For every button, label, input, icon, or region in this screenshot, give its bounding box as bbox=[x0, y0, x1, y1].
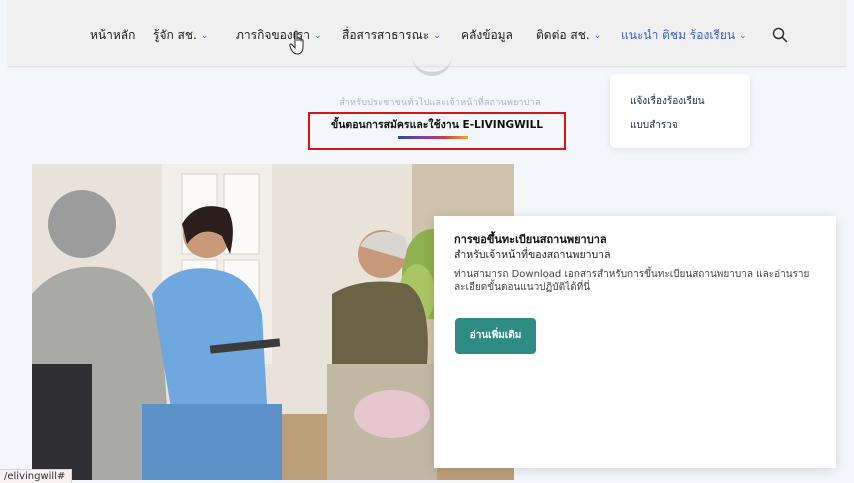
nav-item-label: หน้าหลัก bbox=[90, 28, 136, 42]
decorative-arc bbox=[412, 42, 452, 76]
chevron-down-icon: ⌄ bbox=[313, 30, 322, 41]
nav-item-label: ติดต่อ สช. bbox=[536, 28, 590, 42]
chevron-down-icon: ⌄ bbox=[739, 30, 747, 41]
highlight-box: ขั้นตอนการสมัครและใช้งาน E-LIVINGWILL bbox=[308, 112, 566, 150]
section-subtitle: สำหรับประชาชนทั่วไปและเจ้าหน้าที่สถานพยา… bbox=[339, 98, 541, 108]
title-underline bbox=[398, 136, 468, 139]
search-icon[interactable] bbox=[772, 27, 788, 43]
dropdown-item-survey[interactable]: แบบสำรวจ bbox=[630, 118, 678, 133]
chevron-down-icon: ⌄ bbox=[593, 30, 602, 41]
nav-item-label: คลังข้อมูล bbox=[461, 28, 513, 42]
nav-item-home[interactable]: หน้าหลัก bbox=[90, 26, 135, 45]
feedback-dropdown-menu: แจ้งเรื่องร้องเรียน แบบสำรวจ bbox=[610, 74, 750, 148]
read-more-button[interactable]: อ่านเพิ่มเติม bbox=[455, 318, 536, 354]
card-description: ท่านสามารถ Download เอกสารสำหรับการขึ้นท… bbox=[454, 269, 810, 293]
chevron-down-icon: ⌄ bbox=[200, 30, 209, 41]
nav-item-label: รู้จัก สช. bbox=[153, 28, 197, 42]
section-title: ขั้นตอนการสมัครและใช้งาน E-LIVINGWILL bbox=[331, 119, 543, 131]
nav-item-contact[interactable]: ติดต่อ สช. ⌄ bbox=[536, 26, 601, 45]
chevron-down-icon: ⌄ bbox=[433, 30, 441, 41]
nav-item-about[interactable]: รู้จัก สช. ⌄ bbox=[153, 26, 208, 45]
card-subtitle: สำหรับเจ้าหน้าที่ของสถานพยาบาล bbox=[454, 249, 611, 261]
dropdown-item-complaint[interactable]: แจ้งเรื่องร้องเรียน bbox=[630, 94, 705, 109]
nav-item-data-library[interactable]: คลังข้อมูล bbox=[461, 26, 513, 45]
registration-card: การขอขึ้นทะเบียนสถานพยาบาล สำหรับเจ้าหน้… bbox=[434, 216, 836, 468]
hand-cursor-icon bbox=[289, 30, 304, 55]
status-bar-url: /elivingwill# bbox=[0, 469, 73, 483]
nav-item-feedback[interactable]: แนะนำ ติชม ร้องเรียน ⌄ bbox=[621, 26, 747, 45]
nav-item-label: แนะนำ ติชม ร้องเรียน bbox=[621, 28, 736, 42]
